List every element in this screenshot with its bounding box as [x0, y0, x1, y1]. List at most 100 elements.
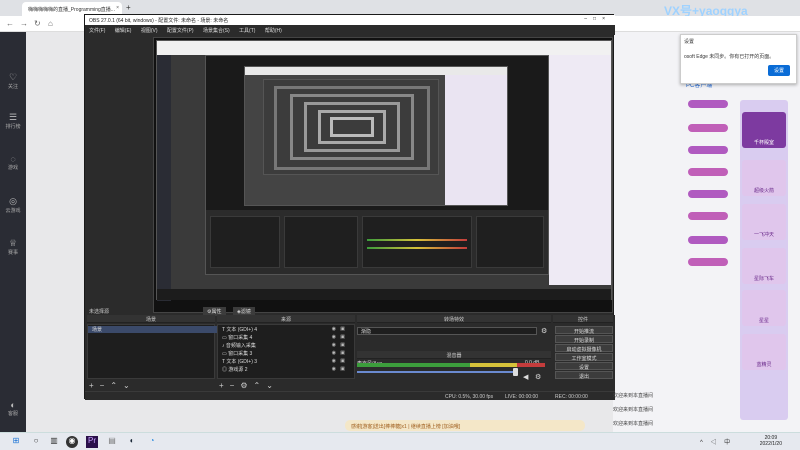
badge-pill[interactable] [688, 258, 728, 266]
nested-sources-panel [284, 216, 358, 268]
sidebar-item-ranking[interactable]: ☰ 排行榜 [0, 112, 26, 130]
exit-button[interactable]: 退出 [555, 371, 613, 380]
up-icon[interactable]: ⌃ [110, 381, 117, 390]
source-item[interactable]: ♪ 音频输入采集 ◉ ▣ [218, 342, 348, 349]
badge-pill[interactable] [688, 146, 728, 154]
studio-mode-button[interactable]: 工作室模式 [555, 353, 613, 362]
remove-icon[interactable]: − [100, 381, 105, 390]
source-item[interactable]: ▭ 窗口采集 4 ◉ ▣ [218, 334, 348, 341]
clock[interactable]: 20:09 2022/1/20 [760, 435, 782, 447]
close-icon[interactable]: × [116, 5, 119, 11]
gift-label: 星际飞车 [753, 276, 774, 282]
system-tray[interactable]: ^ ◁ 中 [700, 437, 733, 446]
tab-title: 嗨嗨嗨嗨嗨的直播_Programming直播... [28, 7, 115, 13]
add-icon[interactable]: + [89, 381, 94, 390]
badge-pill[interactable] [688, 168, 728, 176]
list-icon: ☰ [8, 112, 18, 122]
menu-profile[interactable]: 配置文件(P) [167, 28, 194, 34]
obs-app-icon[interactable]: ◉ [66, 436, 78, 448]
menu-help[interactable]: 帮助(H) [265, 28, 282, 34]
eye-icon[interactable]: ◉ [332, 326, 336, 332]
badge-pill[interactable] [688, 190, 728, 198]
lock-icon[interactable]: ▣ [340, 358, 345, 364]
lock-icon[interactable]: ▣ [340, 366, 345, 372]
lock-icon[interactable]: ▣ [340, 342, 345, 348]
scene-item[interactable]: 场景 [88, 326, 218, 333]
gift-card[interactable]: 超级火箭 [742, 160, 786, 196]
obs-menubar: 文件(F) 编辑(E) 视图(V) 配置文件(P) 场景集合(S) 工具(T) … [85, 25, 615, 35]
down-icon[interactable]: ⌄ [266, 381, 273, 390]
gift-card[interactable]: 千杯殿室 [742, 112, 786, 148]
gear-icon[interactable]: ⚙ [535, 373, 541, 381]
scenes-list: 场景 [87, 324, 218, 379]
up-icon[interactable]: ⌃ [254, 381, 261, 390]
lock-icon[interactable]: ▣ [340, 350, 345, 356]
back-icon[interactable]: ← [6, 19, 14, 28]
nested-mixer-panel [362, 216, 472, 268]
add-icon[interactable]: + [219, 381, 224, 390]
badge-pill[interactable] [688, 236, 728, 244]
gear-icon[interactable]: ⚙ [240, 381, 247, 390]
sidebar-item-service[interactable]: ◐ 客服 [0, 400, 26, 417]
window-controls[interactable]: –□× [584, 16, 611, 22]
gift-card[interactable]: 蓝精灵 [742, 334, 786, 370]
eye-icon[interactable]: ◉ [332, 350, 336, 356]
search-icon[interactable]: ○ [30, 436, 42, 448]
gift-card[interactable]: 星星 [742, 290, 786, 326]
virtual-camera-button[interactable]: 启动虚拟摄像机 [555, 344, 613, 353]
nested-browser-chrome [157, 41, 611, 55]
windows-start-icon[interactable]: ⊞ [10, 436, 22, 448]
sidebar-item-follow[interactable]: ♡ 关注 [0, 72, 26, 90]
gift-card[interactable]: 星际飞车 [742, 248, 786, 284]
eye-icon[interactable]: ◉ [332, 358, 336, 364]
forward-icon[interactable]: → [20, 19, 28, 28]
start-stream-button[interactable]: 开始推流 [555, 326, 613, 335]
nested-obs-4 [263, 79, 439, 175]
badge-pill[interactable] [688, 100, 728, 108]
steam-icon[interactable]: ◐ [126, 436, 138, 448]
gift-card[interactable]: 一飞冲天 [742, 204, 786, 240]
sidebar-item-label: 云游戏 [5, 208, 21, 214]
eye-icon[interactable]: ◉ [332, 366, 336, 372]
lock-icon[interactable]: ▣ [340, 334, 345, 340]
source-item[interactable]: ◎ 游戏源 2 ◉ ▣ [218, 366, 348, 373]
source-item[interactable]: ▭ 窗口采集 3 ◉ ▣ [218, 350, 348, 357]
speaker-icon[interactable]: ◀ [523, 373, 528, 381]
menu-scene-collection[interactable]: 场景集合(S) [203, 28, 230, 34]
refresh-icon[interactable]: ↻ [34, 19, 41, 28]
source-item[interactable]: T 文本 (GDI+) 3 ◉ ▣ [218, 358, 348, 365]
sidebar-item-games[interactable]: ◌ 游戏 [0, 154, 26, 171]
lock-icon[interactable]: ▣ [340, 326, 345, 332]
home-icon[interactable]: ⌂ [48, 19, 53, 28]
gear-icon[interactable]: ⚙ [541, 327, 547, 335]
task-view-icon[interactable]: ▥ [48, 436, 60, 448]
down-icon[interactable]: ⌄ [123, 381, 130, 390]
transition-select[interactable]: 渐隐 [357, 327, 537, 335]
new-tab-button[interactable]: + [126, 3, 131, 12]
eye-icon[interactable]: ◉ [332, 334, 336, 340]
source-item[interactable]: T 文本 (GDI+) 4 ◉ ▣ [218, 326, 348, 333]
badge-pill[interactable] [688, 124, 728, 132]
menu-view[interactable]: 视图(V) [141, 28, 158, 34]
menu-tools[interactable]: 工具(T) [239, 28, 255, 34]
settings-button[interactable]: 设置 [555, 362, 613, 371]
remove-icon[interactable]: − [230, 381, 235, 390]
gift-label: 星星 [758, 318, 769, 324]
sidebar-item-events[interactable]: ♕ 赛事 [0, 238, 26, 256]
obs-preview[interactable] [153, 37, 613, 313]
audio-meter [357, 363, 545, 367]
trophy-icon: ♕ [8, 238, 18, 248]
folder-icon[interactable]: ▤ [106, 436, 118, 448]
premiere-app-icon[interactable]: Pr [86, 436, 98, 448]
menu-edit[interactable]: 编辑(E) [115, 28, 132, 34]
volume-slider[interactable] [357, 371, 517, 373]
eye-icon[interactable]: ◉ [332, 342, 336, 348]
nested-docks-2 [206, 210, 548, 274]
sidebar-item-cloud-games[interactable]: ◎ 云游戏 [0, 196, 26, 214]
badge-pill[interactable] [688, 212, 728, 220]
start-record-button[interactable]: 开始录制 [555, 335, 613, 344]
menu-file[interactable]: 文件(F) [89, 28, 105, 34]
edge-icon[interactable]: ◔ [146, 436, 158, 448]
notification-settings-button[interactable]: 设置 [767, 65, 790, 76]
volume-slider-handle[interactable] [513, 368, 518, 376]
